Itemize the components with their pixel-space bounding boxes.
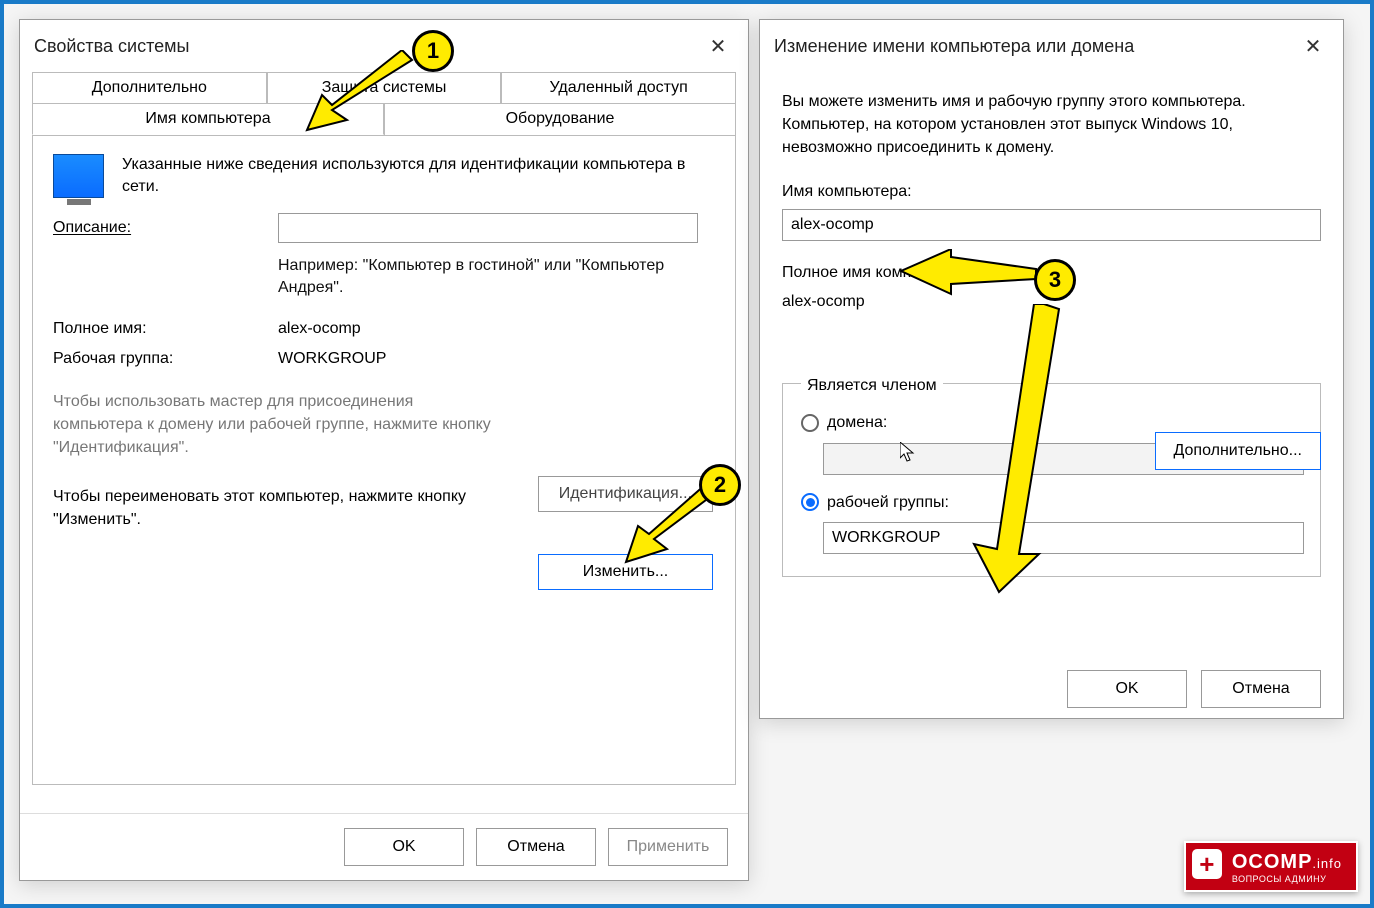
ok-button[interactable]: OK [1067,670,1187,708]
plus-icon: + [1192,849,1222,879]
close-icon[interactable]: ✕ [1297,30,1329,62]
system-properties-dialog: Свойства системы ✕ Дополнительно Защита … [19,19,749,881]
tab-panel-computer-name: Указанные ниже сведения используются для… [32,135,736,785]
window-title: Свойства системы [34,36,189,57]
dialog-buttons: OK Отмена Применить [20,813,748,880]
tab-computer-name[interactable]: Имя компьютера [32,103,384,135]
annotation-badge-3: 3 [1034,259,1076,301]
annotation-badge-2: 2 [699,464,741,506]
computer-name-label: Имя компьютера: [782,180,1321,203]
info-text: Указанные ниже сведения используются для… [122,154,715,199]
cancel-button[interactable]: Отмена [1201,670,1321,708]
workgroup-radio-label: рабочей группы: [827,491,949,514]
tab-hardware[interactable]: Оборудование [384,103,736,135]
member-of-group: Является членом домена: рабочей группы: [782,383,1321,577]
tab-remote[interactable]: Удаленный доступ [501,72,736,103]
workgroup-input[interactable] [823,522,1304,554]
domain-radio[interactable] [801,414,819,432]
dialog-buttons: OK Отмена [1067,670,1321,708]
computer-name-input[interactable] [782,209,1321,241]
rename-computer-dialog: Изменение имени компьютера или домена ✕ … [759,19,1344,719]
dialog-body: Вы можете изменить имя и рабочую группу … [760,72,1343,720]
wizard-help-text: Чтобы использовать мастер для присоедине… [53,390,493,460]
member-of-legend: Является членом [801,374,943,397]
ok-button[interactable]: OK [344,828,464,866]
apply-button[interactable]: Применить [608,828,728,866]
workgroup-value: WORKGROUP [278,350,386,368]
workgroup-radio[interactable] [801,493,819,511]
window-title: Изменение имени компьютера или домена [774,36,1134,57]
domain-radio-label: домена: [827,411,887,434]
description-input[interactable] [278,213,698,243]
description-hint: Например: "Компьютер в гостиной" или "Ко… [278,255,715,300]
annotation-badge-1: 1 [412,30,454,72]
close-icon[interactable]: ✕ [702,30,734,62]
rename-help-text: Чтобы переименовать этот компьютер, нажм… [53,485,493,531]
watermark-brand: OCOMP [1232,851,1313,873]
change-button[interactable]: Изменить... [538,554,713,590]
monitor-icon [53,154,104,198]
more-button[interactable]: Дополнительно... [1155,432,1322,470]
tab-system-protection[interactable]: Защита системы [267,72,502,103]
identify-button[interactable]: Идентификация... [538,476,713,512]
description-label: Описание: [53,219,278,237]
watermark-suffix: .info [1312,856,1342,871]
cancel-button[interactable]: Отмена [476,828,596,866]
fullname-label: Полное имя: [53,320,278,338]
tab-advanced[interactable]: Дополнительно [32,72,267,103]
titlebar: Свойства системы ✕ [20,20,748,72]
watermark-sub: ВОПРОСЫ АДМИНУ [1232,874,1342,884]
tabs: Дополнительно Защита системы Удаленный д… [20,72,748,785]
workgroup-label: Рабочая группа: [53,350,278,368]
fullname-value: alex-ocomp [278,320,361,338]
titlebar: Изменение имени компьютера или домена ✕ [760,20,1343,72]
watermark: + OCOMP.info ВОПРОСЫ АДМИНУ [1184,841,1358,892]
intro-text: Вы можете изменить имя и рабочую группу … [782,90,1321,160]
